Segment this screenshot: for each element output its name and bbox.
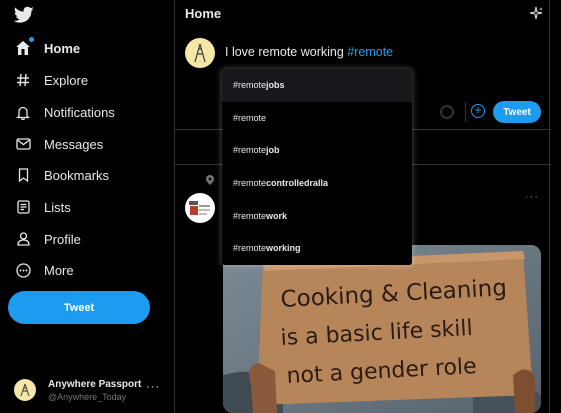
- hashtag-icon: [14, 71, 32, 89]
- sidebar-item-label: Lists: [44, 199, 71, 215]
- sidebar-item-home[interactable]: Home: [14, 36, 80, 60]
- sidebar-item-bookmarks[interactable]: Bookmarks: [14, 163, 109, 187]
- character-counter-icon: [440, 105, 454, 119]
- sidebar-item-more[interactable]: More: [14, 258, 74, 282]
- home-icon: [14, 37, 34, 57]
- sidebar-item-label: Notifications: [44, 104, 115, 120]
- more-circle-icon: [14, 261, 32, 279]
- suggestion-item[interactable]: #remote work: [222, 199, 412, 232]
- account-switcher[interactable]: Anywhere Passport @Anywhere_Today ···: [14, 373, 164, 407]
- sidebar-item-explore[interactable]: Explore: [14, 68, 88, 92]
- notification-dot: [29, 37, 34, 42]
- account-handle: @Anywhere_Today: [48, 391, 127, 402]
- account-more-icon[interactable]: ···: [146, 381, 160, 393]
- envelope-icon: [14, 135, 32, 153]
- person-icon: [14, 230, 32, 248]
- post-more-icon[interactable]: ···: [525, 191, 539, 203]
- sidebar-item-label: Messages: [44, 136, 104, 152]
- sidebar-item-label: Bookmarks: [44, 167, 110, 183]
- add-thread-button[interactable]: +: [471, 104, 485, 118]
- sidebar-item-profile[interactable]: Profile: [14, 227, 81, 251]
- avatar: [185, 38, 215, 68]
- bell-icon: [14, 103, 32, 121]
- divider: [465, 102, 466, 122]
- sidebar: Home Explore Notifications Messages Book…: [0, 0, 175, 413]
- suggestion-item[interactable]: #remote: [222, 102, 412, 135]
- sidebar-item-messages[interactable]: Messages: [14, 132, 103, 156]
- avatar[interactable]: [185, 193, 215, 223]
- tower-logo-icon: [20, 383, 30, 397]
- protest-sign-photo: Cooking & Cleaning is a basic life skill…: [223, 245, 541, 413]
- post-image[interactable]: Cooking & Cleaning is a basic life skill…: [223, 245, 541, 413]
- timeline-header: Home: [175, 0, 551, 28]
- sidebar-item-label: Profile: [44, 231, 81, 247]
- location-pin-icon: [206, 175, 214, 185]
- list-icon: [14, 198, 32, 216]
- suggestion-item[interactable]: #remote working: [222, 232, 412, 265]
- avatar: [14, 379, 36, 401]
- sparkle-icon[interactable]: [529, 6, 543, 20]
- twitter-bird-icon[interactable]: [14, 6, 34, 24]
- composer-tweet-button[interactable]: Tweet: [493, 101, 541, 123]
- sidebar-item-notifications[interactable]: Notifications: [14, 100, 115, 124]
- hashtag-suggestions: #remote jobs #remote #remote job #remote co…: [222, 69, 412, 265]
- tweet-button[interactable]: Tweet: [8, 291, 150, 324]
- sidebar-item-label: Home: [44, 40, 81, 56]
- suggestion-item[interactable]: #remote jobs: [222, 69, 412, 102]
- suggestion-item[interactable]: #remote job: [222, 134, 412, 167]
- composer-text: I love remote working: [225, 45, 348, 59]
- suggestion-item[interactable]: #remote controlledralla: [222, 167, 412, 200]
- sidebar-item-lists[interactable]: Lists: [14, 195, 71, 219]
- organization-logo-icon: [189, 201, 210, 215]
- page-title: Home: [185, 6, 222, 21]
- bookmark-icon: [14, 166, 32, 184]
- composer-input[interactable]: I love remote working #remote: [225, 45, 393, 59]
- tower-logo-icon: [194, 43, 206, 63]
- account-name: Anywhere Passport: [48, 378, 142, 390]
- sidebar-item-label: More: [44, 262, 74, 278]
- sidebar-item-label: Explore: [44, 72, 89, 88]
- composer-hashtag: #remote: [347, 45, 394, 59]
